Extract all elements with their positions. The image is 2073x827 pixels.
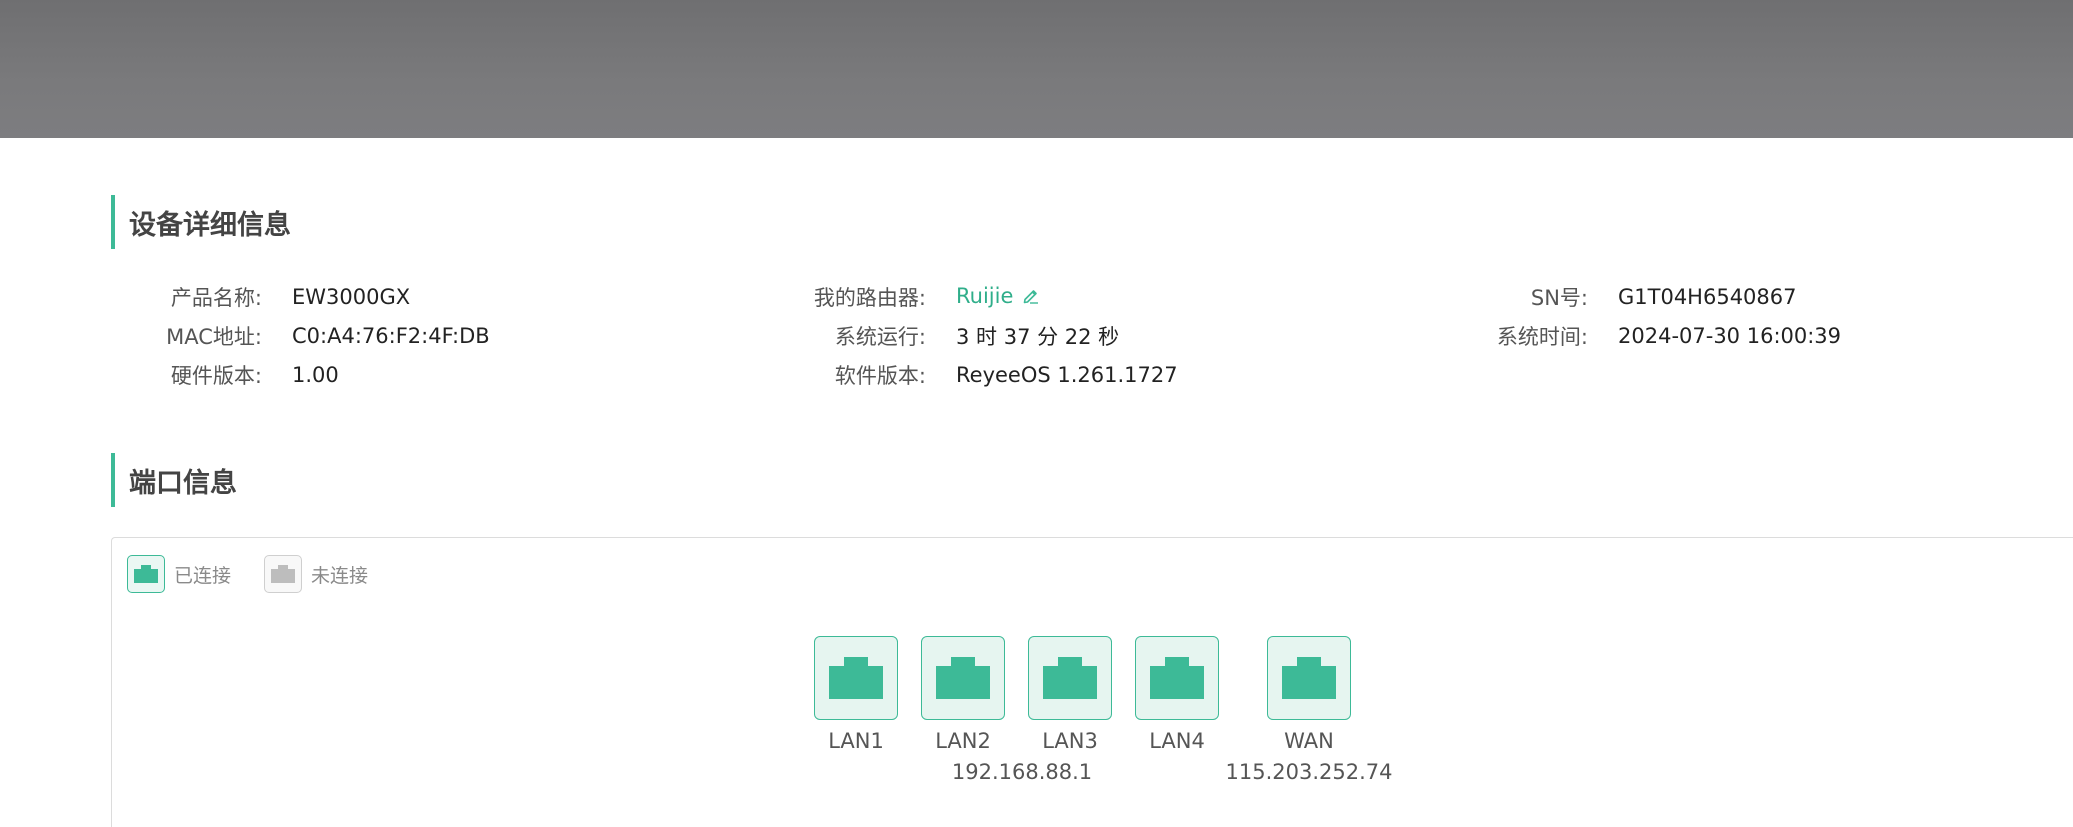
sn-row: SN号: G1T04H6540867 [0,281,1797,313]
wan-ip: 115.203.252.74 [1225,760,1393,784]
legend-connected-label: 已连接 [174,564,232,587]
ports-panel: 已连接 未连接 LAN1 LAN2 LAN3 LAN4 WAN 192.168.… [111,537,2073,827]
system-time-label: 系统时间: [1496,325,1588,349]
legend-disconnected-label: 未连接 [311,564,369,587]
ethernet-port-icon [127,555,165,593]
sn-label: SN号: [1530,286,1588,310]
port-lan3[interactable]: LAN3 [1028,636,1112,753]
port-wan[interactable]: WAN [1267,636,1351,753]
lan-ip: 192.168.88.1 [951,760,1093,784]
legend-connected: 已连接 [127,555,231,593]
ethernet-port-icon [264,555,302,593]
header-bar [0,0,2073,138]
device-info-title: 设备详细信息 [111,195,291,249]
port-label: LAN3 [1042,729,1098,753]
ethernet-port-icon[interactable] [921,636,1005,720]
port-lan1[interactable]: LAN1 [814,636,898,753]
port-label: LAN4 [1149,729,1205,753]
system-time-value: 2024-07-30 16:00:39 [1618,324,1842,348]
port-label: LAN2 [935,729,991,753]
sn-value: G1T04H6540867 [1618,285,1797,309]
software-version-row: 软件版本: ReyeeOS 1.261.1727 [0,359,1178,391]
port-info-title: 端口信息 [111,453,237,507]
software-version-value: ReyeeOS 1.261.1727 [956,363,1178,387]
port-lan4[interactable]: LAN4 [1135,636,1219,753]
ethernet-port-icon[interactable] [1135,636,1219,720]
ethernet-port-icon[interactable] [814,636,898,720]
legend-disconnected: 未连接 [264,555,368,593]
software-version-label: 软件版本: [834,364,926,388]
port-label: WAN [1284,729,1334,753]
ethernet-port-icon[interactable] [1267,636,1351,720]
port-label: LAN1 [828,729,884,753]
system-time-row: 系统时间: 2024-07-30 16:00:39 [0,320,1841,352]
port-lan2[interactable]: LAN2 [921,636,1005,753]
ethernet-port-icon[interactable] [1028,636,1112,720]
